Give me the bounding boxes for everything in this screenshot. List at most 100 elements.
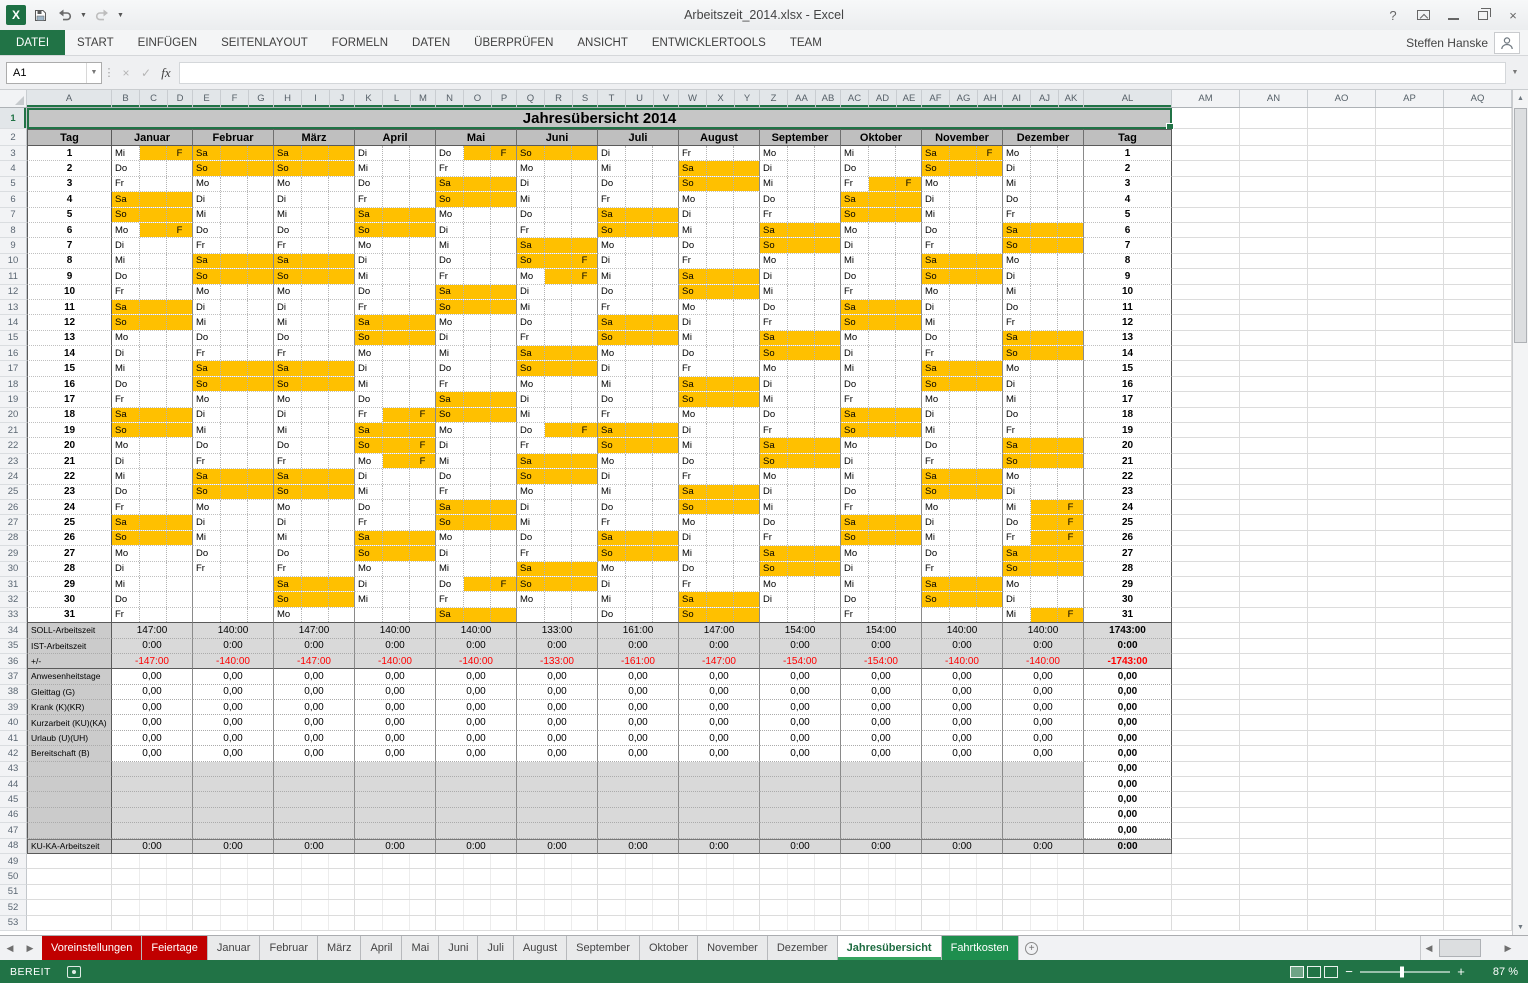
holiday-flag-cell[interactable] bbox=[491, 515, 516, 529]
weekday-cell[interactable]: Fr bbox=[274, 238, 302, 252]
weekday-cell[interactable]: So bbox=[436, 192, 464, 206]
cell[interactable] bbox=[1172, 715, 1240, 730]
calendar-cell[interactable]: Fr bbox=[193, 238, 274, 253]
day-number-cell[interactable]: 7 bbox=[27, 238, 112, 253]
cell[interactable] bbox=[707, 608, 734, 622]
summary-value-cell[interactable] bbox=[679, 823, 760, 838]
column-header-d[interactable]: D bbox=[168, 90, 193, 107]
weekday-cell[interactable]: Sa bbox=[355, 423, 383, 437]
weekday-cell[interactable]: Sa bbox=[274, 577, 302, 591]
cell[interactable] bbox=[869, 454, 896, 468]
cell[interactable] bbox=[140, 254, 167, 268]
summary-value-cell[interactable]: 0,00 bbox=[517, 700, 598, 715]
cell[interactable] bbox=[1376, 438, 1444, 453]
cell[interactable] bbox=[707, 900, 734, 914]
cell[interactable] bbox=[707, 546, 734, 560]
holiday-flag-cell[interactable] bbox=[572, 454, 597, 468]
weekday-cell[interactable]: So bbox=[922, 485, 950, 499]
summary-value-cell[interactable]: 161:00 bbox=[598, 623, 679, 638]
holiday-flag-cell[interactable] bbox=[248, 192, 273, 206]
normal-view-icon[interactable] bbox=[1290, 966, 1304, 978]
weekday-cell[interactable]: Fr bbox=[193, 562, 221, 576]
holiday-flag-cell[interactable] bbox=[896, 577, 921, 591]
weekday-cell[interactable]: Sa bbox=[355, 208, 383, 222]
cell[interactable] bbox=[1003, 916, 1084, 931]
weekday-cell[interactable]: Mi bbox=[841, 146, 869, 160]
cell[interactable] bbox=[1240, 285, 1308, 300]
row-header-4[interactable]: 4 bbox=[0, 161, 27, 176]
calendar-cell[interactable]: So bbox=[598, 438, 679, 453]
cell[interactable] bbox=[869, 546, 896, 560]
holiday-flag-cell[interactable] bbox=[1058, 546, 1083, 560]
cell[interactable] bbox=[1172, 839, 1240, 854]
holiday-flag-cell[interactable] bbox=[491, 161, 516, 175]
calendar-cell[interactable]: Do bbox=[598, 500, 679, 515]
cell[interactable] bbox=[1376, 177, 1444, 192]
column-header-aa[interactable]: AA bbox=[788, 90, 816, 107]
summary-total-cell[interactable]: 0,00 bbox=[1084, 823, 1172, 838]
holiday-flag-cell[interactable] bbox=[167, 577, 192, 591]
cell[interactable] bbox=[1308, 285, 1376, 300]
cell[interactable] bbox=[193, 900, 221, 914]
column-header-u[interactable]: U bbox=[626, 90, 654, 107]
holiday-flag-cell[interactable] bbox=[167, 315, 192, 329]
cell[interactable] bbox=[707, 331, 734, 345]
calendar-cell[interactable]: Mi bbox=[1003, 285, 1084, 300]
cell[interactable] bbox=[1240, 438, 1308, 453]
weekday-cell[interactable]: Sa bbox=[760, 546, 788, 560]
day-number-cell[interactable]: 28 bbox=[27, 562, 112, 577]
summary-value-cell[interactable] bbox=[1003, 792, 1084, 807]
calendar-cell[interactable] bbox=[193, 608, 274, 623]
holiday-flag-cell[interactable] bbox=[329, 438, 354, 452]
calendar-cell[interactable]: Sa bbox=[436, 285, 517, 300]
cell[interactable] bbox=[1172, 792, 1240, 807]
summary-value-cell[interactable]: 0,00 bbox=[1003, 685, 1084, 700]
cell[interactable] bbox=[355, 900, 436, 915]
weekday-cell[interactable]: Mi bbox=[517, 408, 545, 422]
cell[interactable] bbox=[679, 885, 707, 899]
weekday-cell[interactable]: Mo bbox=[274, 500, 302, 514]
weekday-cell[interactable]: Fr bbox=[517, 331, 545, 345]
holiday-flag-cell[interactable] bbox=[653, 238, 678, 252]
summary-value-cell[interactable]: 0,00 bbox=[1003, 715, 1084, 730]
cell[interactable] bbox=[1172, 808, 1240, 823]
day-number-cell[interactable]: 28 bbox=[1084, 562, 1172, 577]
holiday-flag-cell[interactable] bbox=[329, 500, 354, 514]
cell[interactable] bbox=[383, 500, 410, 514]
summary-value-cell[interactable] bbox=[112, 777, 193, 792]
calendar-cell[interactable]: Mi bbox=[274, 315, 355, 330]
cell[interactable] bbox=[626, 223, 653, 237]
cell[interactable] bbox=[302, 177, 329, 191]
cell[interactable] bbox=[248, 577, 273, 591]
holiday-flag-cell[interactable] bbox=[572, 361, 597, 375]
weekday-cell[interactable]: So bbox=[1003, 562, 1031, 576]
cell[interactable] bbox=[1003, 854, 1031, 868]
weekday-cell[interactable]: So bbox=[598, 331, 626, 345]
holiday-flag-cell[interactable] bbox=[896, 361, 921, 375]
cell[interactable] bbox=[1308, 192, 1376, 207]
calendar-cell[interactable]: Mo bbox=[841, 438, 922, 453]
holiday-flag-cell[interactable] bbox=[815, 254, 840, 268]
holiday-flag-cell[interactable] bbox=[815, 562, 840, 576]
calendar-cell[interactable]: Mi bbox=[112, 254, 193, 269]
holiday-flag-cell[interactable] bbox=[1058, 285, 1083, 299]
summary-value-cell[interactable]: 140:00 bbox=[1003, 623, 1084, 638]
holiday-flag-cell[interactable] bbox=[329, 531, 354, 545]
cell[interactable] bbox=[27, 885, 112, 900]
calendar-cell[interactable]: Mi bbox=[922, 423, 1003, 438]
summary-value-cell[interactable]: 0,00 bbox=[760, 685, 841, 700]
calendar-cell[interactable]: Mo bbox=[517, 592, 598, 607]
cell[interactable] bbox=[491, 854, 516, 868]
weekday-cell[interactable]: Mo bbox=[517, 485, 545, 499]
calendar-cell[interactable]: MoF bbox=[112, 223, 193, 238]
month-header-august[interactable]: August bbox=[679, 129, 760, 146]
holiday-flag-cell[interactable] bbox=[491, 408, 516, 422]
cell[interactable] bbox=[841, 900, 869, 914]
weekday-cell[interactable]: Sa bbox=[922, 146, 950, 160]
calendar-cell[interactable]: Mo bbox=[679, 515, 760, 530]
cell[interactable] bbox=[1172, 500, 1240, 515]
summary-value-cell[interactable]: 0,00 bbox=[598, 685, 679, 700]
cell[interactable] bbox=[626, 238, 653, 252]
month-header-juli[interactable]: Juli bbox=[598, 129, 679, 146]
summary-value-cell[interactable] bbox=[679, 808, 760, 823]
